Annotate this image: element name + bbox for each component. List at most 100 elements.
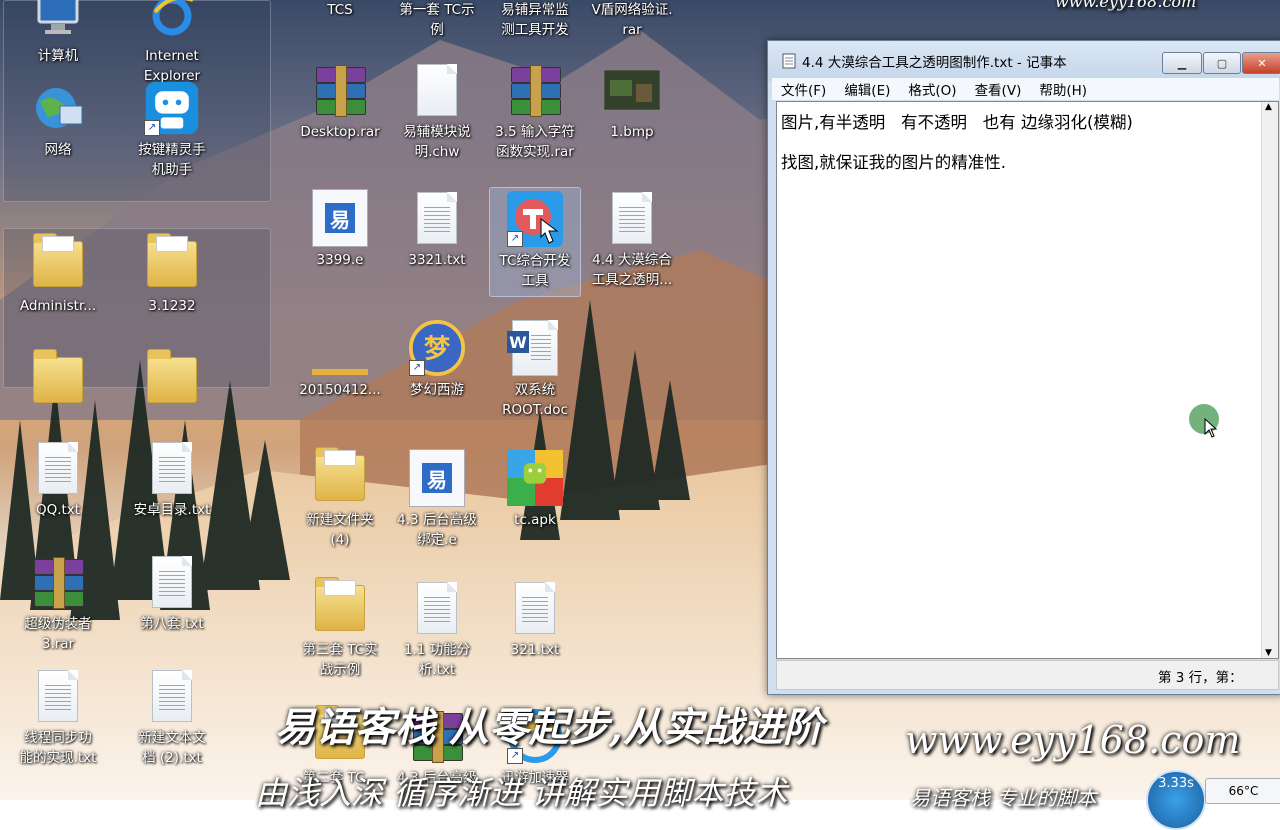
icon-label: 按键精灵手 机助手 <box>138 142 206 178</box>
icon-label: 3.1232 <box>148 298 196 314</box>
desktop-icon-1-bmp[interactable]: 1.bmp <box>582 62 682 142</box>
desktop-icon-dibatao-txt[interactable]: 第八套.txt <box>122 554 222 634</box>
desktop-icon-partial-folder[interactable] <box>8 349 108 408</box>
menu-help[interactable]: 帮助(H) <box>1030 79 1096 99</box>
desktop-icon-3399-e[interactable]: 易 3399.e <box>290 189 390 270</box>
desktop-icon-function-analysis-txt[interactable]: 1.1 功能分 析.txt <box>387 580 487 680</box>
minimize-button[interactable]: ▁ <box>1162 52 1202 74</box>
desktop-icon-backend-bind-e[interactable]: 易 4.3 后台高级 绑定.e <box>387 449 487 550</box>
desktop-icon-qq-txt[interactable]: QQ.txt <box>8 440 108 520</box>
text-editor-area[interactable]: 图片,有半透明 有不透明 也有 边缘羽化(模糊) 找图,就保证我的图片的精准性.… <box>776 101 1279 659</box>
icon-label: tc.apk <box>514 512 556 528</box>
url-watermark: www.eyy168.com <box>905 718 1241 762</box>
icon-label: 计算机 <box>37 48 79 64</box>
desktop-icon-new-folder-4[interactable]: 新建文件夹 (4) <box>290 447 390 550</box>
cursor-position: 第 3 行，第： <box>1158 670 1243 686</box>
bottom-right-watermark: 易语客栈 专业的脚本 <box>910 786 1097 810</box>
desktop-icon-new-text-2[interactable]: 新建文本文 档 (2).txt <box>122 668 222 768</box>
temperature-widget[interactable]: 66°C <box>1205 778 1280 804</box>
rar-archive-icon <box>30 554 86 610</box>
vertical-scrollbar[interactable]: ▲ ▼ <box>1261 102 1278 658</box>
editor-line-2: 找图,就保证我的图片的精准性. <box>781 153 1006 172</box>
word-doc-icon: W <box>507 320 563 376</box>
desktop-icon-dama-tool-txt[interactable]: 4.4 大漠综合 工具之透明... <box>582 190 682 290</box>
desktop-icon-vdun-rar[interactable]: V盾网络验证. rar <box>582 0 682 40</box>
speed-widget[interactable]: 3.33s <box>1146 770 1206 830</box>
desktop-icon-tc-practice-3[interactable]: 第三套 TC实 战示例 <box>290 577 390 680</box>
icon-label: 新建文本文 档 (2).txt <box>138 730 206 766</box>
menu-bar: 文件(F) 编辑(E) 格式(O) 查看(V) 帮助(H) <box>772 78 1279 100</box>
desktop-icon-administrator[interactable]: Administr... <box>8 233 108 316</box>
desktop-icon-folder-3-1232[interactable]: 3.1232 <box>122 233 222 316</box>
folder-icon <box>312 447 368 506</box>
icon-label: V盾网络验证. rar <box>591 2 673 38</box>
shortcut-arrow-icon: ↗ <box>144 120 160 136</box>
desktop-icon-3321-txt[interactable]: 3321.txt <box>387 190 487 270</box>
icon-label: TCS <box>327 2 353 18</box>
icon-label: 321.txt <box>510 642 560 658</box>
maximize-button[interactable]: ▢ <box>1203 52 1241 74</box>
desktop-icon-20150412[interactable]: 20150412... <box>290 320 390 400</box>
notepad-window[interactable]: 4.4 大漠综合工具之透明图制作.txt - 记事本 ▁ ▢ ✕ 文件(F) 编… <box>767 40 1280 695</box>
scroll-down-icon: ▼ <box>1265 648 1272 658</box>
icon-label: 线程同步功 能的实现.txt <box>19 730 97 766</box>
folder-icon <box>144 233 200 292</box>
icon-label: 双系统 ROOT.doc <box>502 382 568 418</box>
desktop-icon-anjian-helper[interactable]: ↗ 按键精灵手 机助手 <box>122 80 222 180</box>
icon-label: Desktop.rar <box>300 124 380 140</box>
close-icon: ✕ <box>1257 56 1267 70</box>
computer-icon <box>30 0 86 42</box>
desktop-icon-tc-apk[interactable]: tc.apk <box>485 450 585 530</box>
icon-label: 新建文件夹 (4) <box>306 512 374 548</box>
folder-icon <box>312 320 368 376</box>
menu-file[interactable]: 文件(F) <box>772 79 835 99</box>
desktop-icon-321-txt[interactable]: 321.txt <box>485 580 585 660</box>
folder-icon <box>312 577 368 636</box>
desktop-icon-internet-explorer[interactable]: Internet Explorer <box>122 0 222 86</box>
status-bar: 第 3 行，第： <box>776 660 1279 690</box>
folder-icon <box>144 349 200 408</box>
desktop-icon-yifu-chw[interactable]: 易辅模块说 明.chw <box>387 62 487 162</box>
desktop-icon-root-doc[interactable]: W 双系统 ROOT.doc <box>485 320 585 420</box>
icon-label: 易辅模块说 明.chw <box>403 124 471 160</box>
icon-label: TC综合开发 工具 <box>499 253 571 289</box>
icon-label: 易铺异常监 测工具开发 <box>501 2 569 38</box>
icon-label: 1.bmp <box>610 124 654 140</box>
desktop-icon-partial-folder[interactable] <box>122 349 222 408</box>
text-file-icon <box>144 440 200 496</box>
desktop-icon-thread-sync-txt[interactable]: 线程同步功 能的实现.txt <box>8 668 108 768</box>
icon-label: 3399.e <box>316 252 364 268</box>
desktop-icon-network[interactable]: 网络 <box>8 80 108 160</box>
menu-format[interactable]: 格式(O) <box>899 79 965 99</box>
icon-label: QQ.txt <box>35 502 81 518</box>
desktop-icon-tc-dev-tool[interactable]: ↗ TC综合开发 工具 <box>489 187 581 297</box>
top-watermark: www.eyy168.com <box>1055 0 1197 11</box>
text-file-icon <box>144 668 200 724</box>
icon-label: 安卓目录.txt <box>133 502 211 518</box>
icon-label: 梦幻西游 <box>410 382 464 398</box>
icon-label: Administr... <box>19 298 97 314</box>
icon-label: 20150412... <box>299 382 381 398</box>
desktop-icon-tc-example-1[interactable]: 第一套 TC示 例 <box>387 0 487 40</box>
close-button[interactable]: ✕ <box>1242 52 1280 74</box>
icon-label: 网络 <box>44 142 72 158</box>
bitmap-image-icon <box>604 62 660 118</box>
icon-label: 3.5 输入字符 函数实现.rar <box>495 124 575 160</box>
desktop-icon-tcs[interactable]: TCS <box>290 0 390 20</box>
desktop-icon-menghuan-xiyou[interactable]: 梦 ↗ 梦幻西游 <box>387 320 487 400</box>
shortcut-arrow-icon: ↗ <box>409 360 425 376</box>
speed-value: 3.33s <box>1158 776 1194 791</box>
desktop-icon-chaoji-rar[interactable]: 超级伪装者 3.rar <box>8 554 108 654</box>
slogan-watermark: 易语客栈 从零起步,从实战进阶 <box>275 704 823 751</box>
text-file-icon <box>30 440 86 496</box>
menu-view[interactable]: 查看(V) <box>966 79 1031 99</box>
desktop-icon-yipu-monitor[interactable]: 易铺异常监 测工具开发 <box>485 0 585 40</box>
editor-line-1: 图片,有半透明 有不透明 也有 边缘羽化(模糊) <box>781 113 1133 132</box>
desktop-icon-input-char-rar[interactable]: 3.5 输入字符 函数实现.rar <box>485 62 585 162</box>
desktop-icon-android-dir-txt[interactable]: 安卓目录.txt <box>122 440 222 520</box>
desktop-icon-computer[interactable]: 计算机 <box>8 0 108 66</box>
menu-edit[interactable]: 编辑(E) <box>835 79 899 99</box>
desktop-icon-desktop-rar[interactable]: Desktop.rar <box>290 62 390 142</box>
e-language-file-icon: 易 <box>312 189 368 247</box>
svg-text:梦: 梦 <box>424 334 451 364</box>
